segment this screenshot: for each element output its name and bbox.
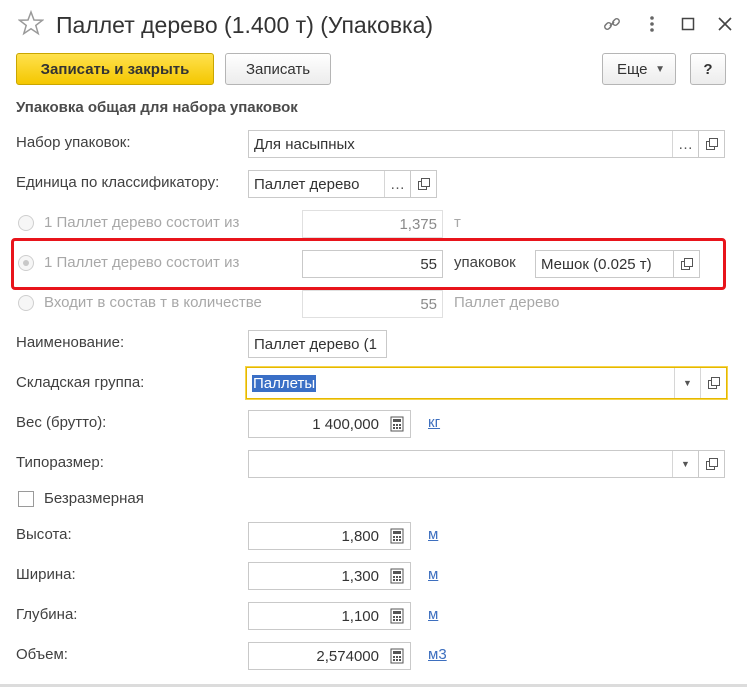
dropdown-icon[interactable]: ▼ xyxy=(672,451,698,477)
sizeless-label: Безразмерная xyxy=(44,490,144,507)
dropdown-icon[interactable]: ▼ xyxy=(674,368,700,398)
sizeless-checkbox[interactable] xyxy=(18,491,34,507)
name-field[interactable]: Паллет дерево (1 xyxy=(248,330,387,358)
package-set-value: Для насыпных xyxy=(254,135,355,153)
weight-value: 1 400,000 xyxy=(312,415,379,433)
size-type-field[interactable]: ▼ xyxy=(248,450,699,478)
volume-unit-link[interactable]: м3 xyxy=(428,646,447,663)
ellipsis-icon[interactable]: … xyxy=(672,131,698,157)
option1-radio[interactable] xyxy=(18,215,34,231)
package-set-field[interactable]: Для насыпных … xyxy=(248,130,699,158)
warehouse-group-value: Паллеты xyxy=(252,374,317,392)
depth-unit-link[interactable]: м xyxy=(428,606,438,623)
depth-field[interactable]: 1,100 xyxy=(248,602,411,630)
size-type-label: Типоразмер: xyxy=(16,454,104,471)
option3-radio[interactable] xyxy=(18,295,34,311)
open-icon[interactable] xyxy=(700,368,726,398)
option3-label: Входит в состав т в количестве xyxy=(44,294,262,311)
calculator-icon[interactable] xyxy=(384,411,410,437)
star-icon[interactable] xyxy=(17,9,45,36)
classifier-unit-value: Паллет дерево xyxy=(254,175,360,193)
volume-field[interactable]: 2,574000 xyxy=(248,642,411,670)
classifier-unit-field[interactable]: Паллет дерево … xyxy=(248,170,411,198)
depth-value: 1,100 xyxy=(341,607,379,625)
warehouse-group-label: Складская группа: xyxy=(16,374,145,391)
calculator-icon[interactable] xyxy=(384,563,410,589)
close-icon[interactable] xyxy=(713,12,737,36)
link-icon[interactable] xyxy=(600,12,624,36)
option3-unit: Паллет дерево xyxy=(454,294,560,311)
package-set-label: Набор упаковок: xyxy=(16,134,131,151)
volume-value: 2,574000 xyxy=(316,647,379,665)
weight-unit-link[interactable]: кг xyxy=(428,414,440,431)
option1-unit: т xyxy=(454,214,461,231)
weight-label: Вес (брутто): xyxy=(16,414,107,431)
classifier-unit-label: Единица по классификатору: xyxy=(16,174,220,191)
name-label: Наименование: xyxy=(16,334,125,351)
more-button-label: Еще xyxy=(617,60,648,78)
calculator-icon[interactable] xyxy=(384,643,410,669)
weight-field[interactable]: 1 400,000 xyxy=(248,410,411,438)
ellipsis-icon[interactable]: … xyxy=(384,171,410,197)
height-field[interactable]: 1,800 xyxy=(248,522,411,550)
warehouse-group-field[interactable]: Паллеты ▼ xyxy=(246,367,727,399)
maximize-icon[interactable] xyxy=(676,12,700,36)
width-unit-link[interactable]: м xyxy=(428,566,438,583)
window-title: Паллет дерево (1.400 т) (Упаковка) xyxy=(56,12,434,38)
option1-value-field[interactable]: 1,375 xyxy=(302,210,443,238)
calculator-icon[interactable] xyxy=(384,523,410,549)
help-button[interactable]: ? xyxy=(690,53,726,85)
highlight-frame xyxy=(11,238,726,290)
option3-value-field[interactable]: 55 xyxy=(302,290,443,318)
calculator-icon[interactable] xyxy=(384,603,410,629)
save-button[interactable]: Записать xyxy=(225,53,331,85)
width-field[interactable]: 1,300 xyxy=(248,562,411,590)
height-value: 1,800 xyxy=(341,527,379,545)
open-icon[interactable] xyxy=(411,170,437,198)
open-icon[interactable] xyxy=(699,130,725,158)
option1-value: 1,375 xyxy=(399,215,437,233)
chevron-down-icon: ▼ xyxy=(655,63,665,75)
width-label: Ширина: xyxy=(16,566,76,583)
section-title: Упаковка общая для набора упаковок xyxy=(16,99,298,116)
volume-label: Объем: xyxy=(16,646,68,663)
option1-label: 1 Паллет дерево состоит из xyxy=(44,214,240,231)
width-value: 1,300 xyxy=(341,567,379,585)
more-menu-button[interactable]: Еще ▼ xyxy=(602,53,676,85)
name-value: Паллет дерево (1 xyxy=(254,335,377,353)
more-icon[interactable] xyxy=(640,12,664,36)
depth-label: Глубина: xyxy=(16,606,78,623)
height-label: Высота: xyxy=(16,526,72,543)
open-icon[interactable] xyxy=(699,450,725,478)
option3-value: 55 xyxy=(420,295,437,313)
height-unit-link[interactable]: м xyxy=(428,526,438,543)
save-and-close-button[interactable]: Записать и закрыть xyxy=(16,53,214,85)
